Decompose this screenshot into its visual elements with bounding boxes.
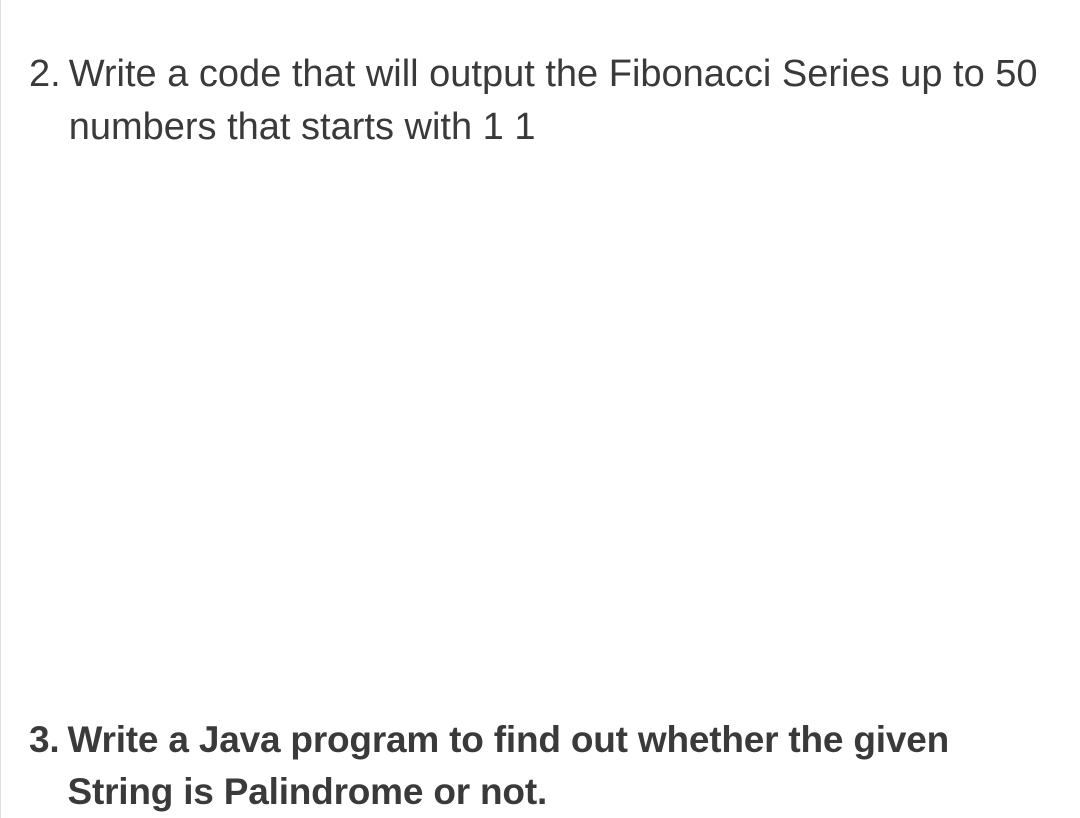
question-number: 3. xyxy=(29,714,59,766)
question-text: Write a Java program to find out whether… xyxy=(67,714,1052,818)
question-text: Write a code that will output the Fibona… xyxy=(69,48,1052,154)
question-number: 2. xyxy=(29,48,61,101)
document-content: 2. Write a code that will output the Fib… xyxy=(0,0,1080,818)
question-item-2: 2. Write a code that will output the Fib… xyxy=(29,48,1052,154)
question-item-3: 3. Write a Java program to find out whet… xyxy=(29,714,1052,818)
